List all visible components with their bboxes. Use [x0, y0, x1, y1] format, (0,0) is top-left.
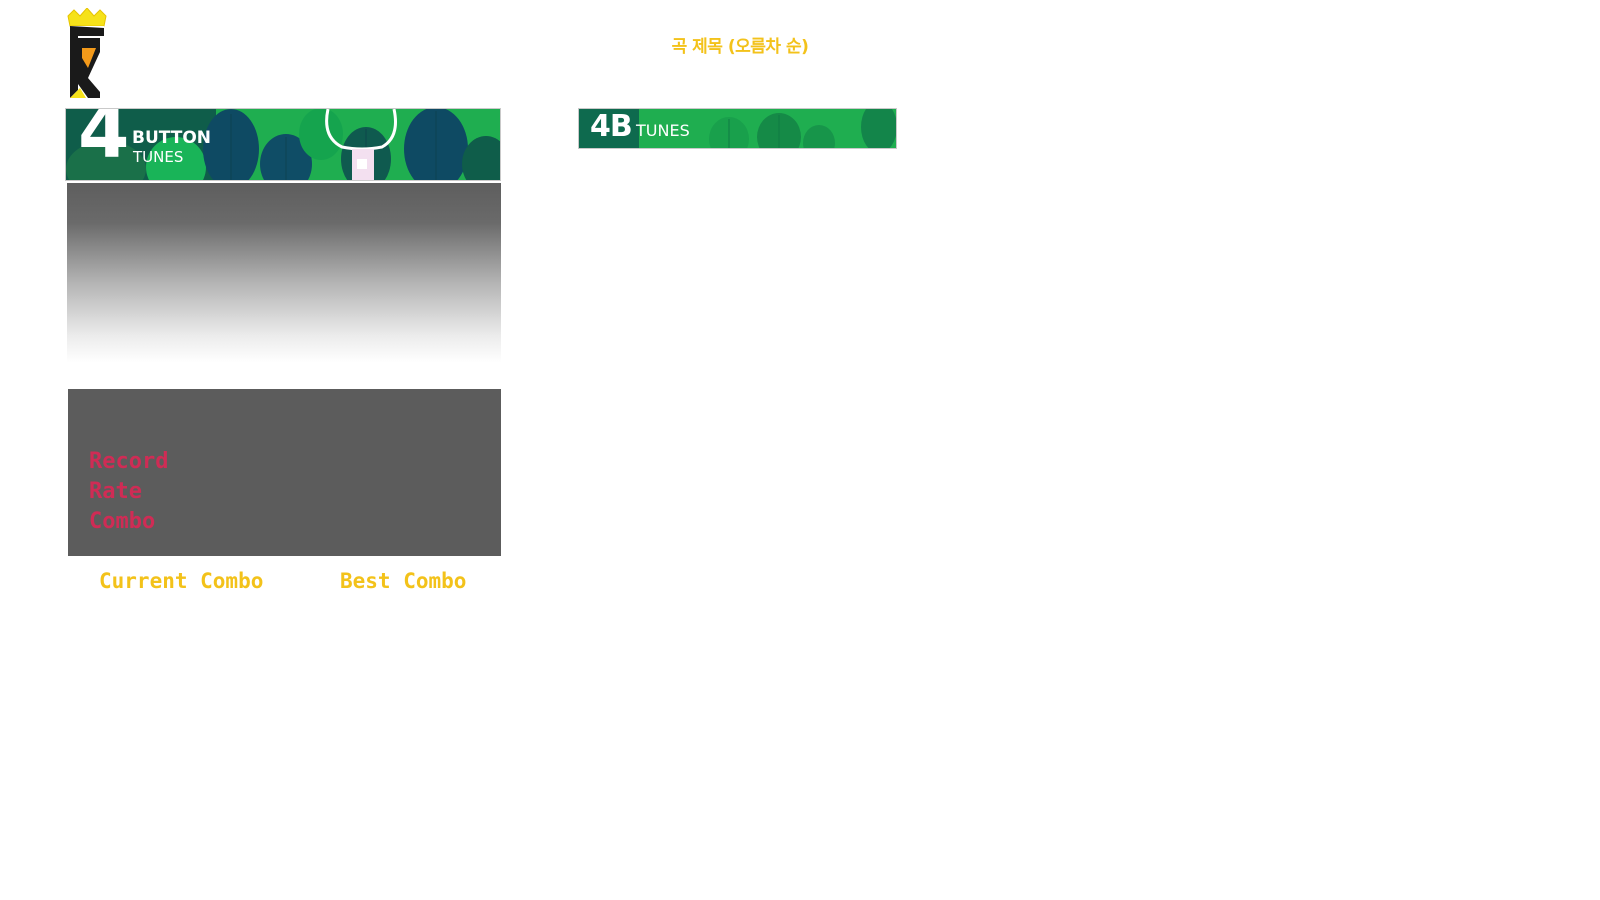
sort-order-label[interactable]: 곡 제목 (오름차 순) [600, 32, 880, 57]
banner-4b-tag: 4B [590, 109, 633, 144]
combo-label: Combo [89, 509, 156, 534]
song-preview-panel [67, 183, 501, 363]
record-panel: Record Rate Combo [68, 389, 501, 556]
dj-crown-logo-icon [66, 7, 108, 100]
banner-tunes-word: TUNES [133, 148, 184, 166]
banner-tunes-word: TUNES [636, 121, 690, 140]
banner-button-word: BUTTON [132, 128, 212, 148]
record-label: Record [89, 449, 169, 474]
four-button-tunes-banner[interactable]: 4 BUTTON TUNES [65, 108, 501, 181]
best-combo-label: Best Combo [340, 569, 467, 593]
rate-label: Rate [89, 479, 142, 504]
banner-number: 4 [78, 108, 129, 175]
current-combo-label: Current Combo [99, 569, 264, 593]
four-b-tunes-banner[interactable]: 4B TUNES [578, 108, 897, 149]
